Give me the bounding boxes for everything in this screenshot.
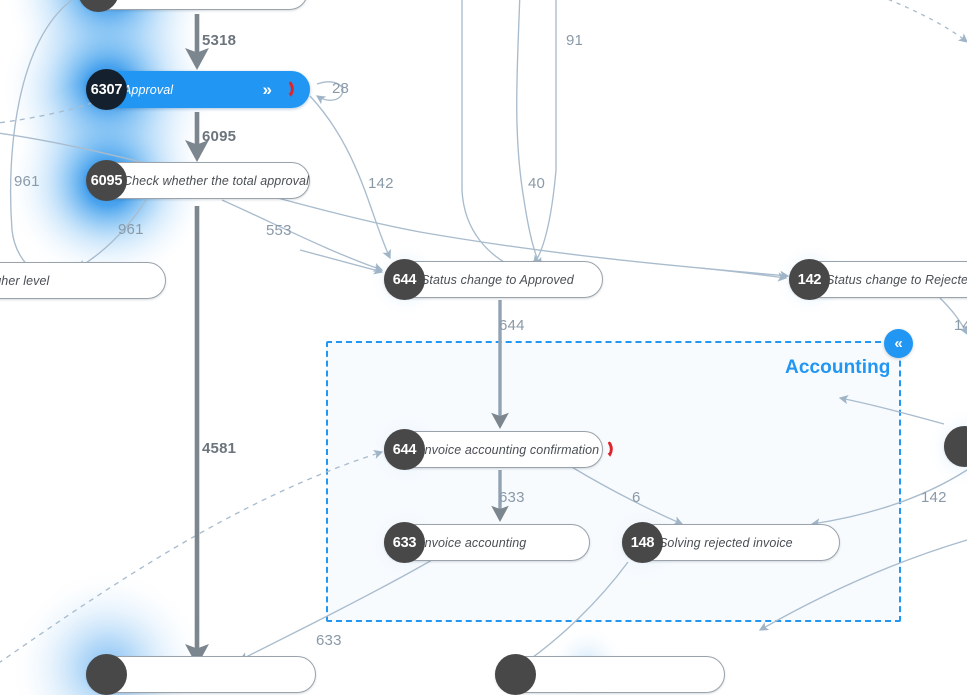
node-count-badge: 148 bbox=[622, 522, 663, 563]
self-loop-icon bbox=[288, 81, 294, 97]
edge-frequency-label: 142 bbox=[368, 175, 394, 192]
edge-frequency-label: 553 bbox=[266, 222, 292, 239]
self-loop-icon-wrap bbox=[599, 441, 614, 458]
node-label: Invoice accounting bbox=[421, 535, 527, 550]
edge-frequency-label: 5318 bbox=[202, 32, 237, 49]
process-node[interactable]: Approval » 6307 bbox=[86, 69, 310, 110]
edge-frequency-label: 40 bbox=[528, 175, 546, 192]
node-count-badge: 644 bbox=[384, 259, 425, 300]
process-node[interactable] bbox=[78, 0, 308, 12]
node-label: Approval bbox=[123, 82, 174, 97]
node-count-badge: 6307 bbox=[86, 69, 127, 110]
chevron-right-icon[interactable]: » bbox=[253, 81, 272, 98]
edge-frequency-label: 633 bbox=[499, 489, 525, 506]
node-count-badge bbox=[86, 654, 127, 695]
process-node[interactable]: Invoice accounting 633 bbox=[384, 522, 590, 563]
node-count-badge bbox=[78, 0, 119, 12]
group-collapse-icon[interactable]: « bbox=[884, 329, 913, 358]
node-count-badge bbox=[495, 654, 536, 695]
node-count-badge bbox=[944, 426, 967, 467]
node-label: Check whether the total approval bbox=[123, 173, 309, 188]
self-loop-icon-wrap bbox=[280, 81, 295, 98]
process-node[interactable]: Status change to Approved 644 bbox=[384, 259, 603, 300]
process-node[interactable] bbox=[944, 426, 967, 467]
process-map-canvas[interactable]: Accounting « Approval » 6307 Check whether … bbox=[0, 0, 967, 695]
node-count-badge: 644 bbox=[384, 429, 425, 470]
node-label: Shift to higher level bbox=[0, 273, 50, 288]
edge-frequency-label: 644 bbox=[499, 317, 525, 334]
node-label: Status change to Approved bbox=[421, 272, 574, 287]
process-node[interactable] bbox=[495, 654, 725, 695]
edge-frequency-label: 142 bbox=[921, 489, 947, 506]
edge-frequency-label: 14 bbox=[954, 317, 967, 334]
node-count-badge: 633 bbox=[384, 522, 425, 563]
edge-frequency-label: 961 bbox=[14, 173, 40, 190]
process-node[interactable]: Status change to Rejected 142 bbox=[789, 259, 967, 300]
node-count-badge: 142 bbox=[789, 259, 830, 300]
node-count-badge: 6095 bbox=[86, 160, 127, 201]
edge-frequency-label: 6095 bbox=[202, 128, 237, 145]
edge-frequency-label: 6 bbox=[632, 489, 641, 506]
process-node[interactable]: Shift to higher level bbox=[0, 261, 166, 300]
self-loop-icon bbox=[607, 441, 613, 457]
process-node[interactable]: Solving rejected invoice 148 bbox=[622, 522, 840, 563]
node-label: Status change to Rejected bbox=[826, 272, 967, 287]
process-node[interactable]: Check whether the total approval 6095 bbox=[86, 160, 310, 201]
edge-frequency-label: 961 bbox=[118, 221, 144, 238]
process-node[interactable]: Invoice accounting confirmation 644 bbox=[384, 429, 613, 470]
edge-frequency-label: 633 bbox=[316, 632, 342, 649]
node-label: Solving rejected invoice bbox=[659, 535, 793, 550]
group-title-accounting: Accounting bbox=[785, 357, 891, 378]
edge-frequency-label: 91 bbox=[566, 32, 584, 49]
edge-frequency-label: 4581 bbox=[202, 440, 237, 457]
edge-frequency-label: 28 bbox=[332, 80, 350, 97]
node-label: Invoice accounting confirmation bbox=[421, 442, 600, 457]
process-node[interactable] bbox=[86, 654, 316, 695]
node-chip[interactable]: Shift to higher level bbox=[0, 262, 166, 299]
